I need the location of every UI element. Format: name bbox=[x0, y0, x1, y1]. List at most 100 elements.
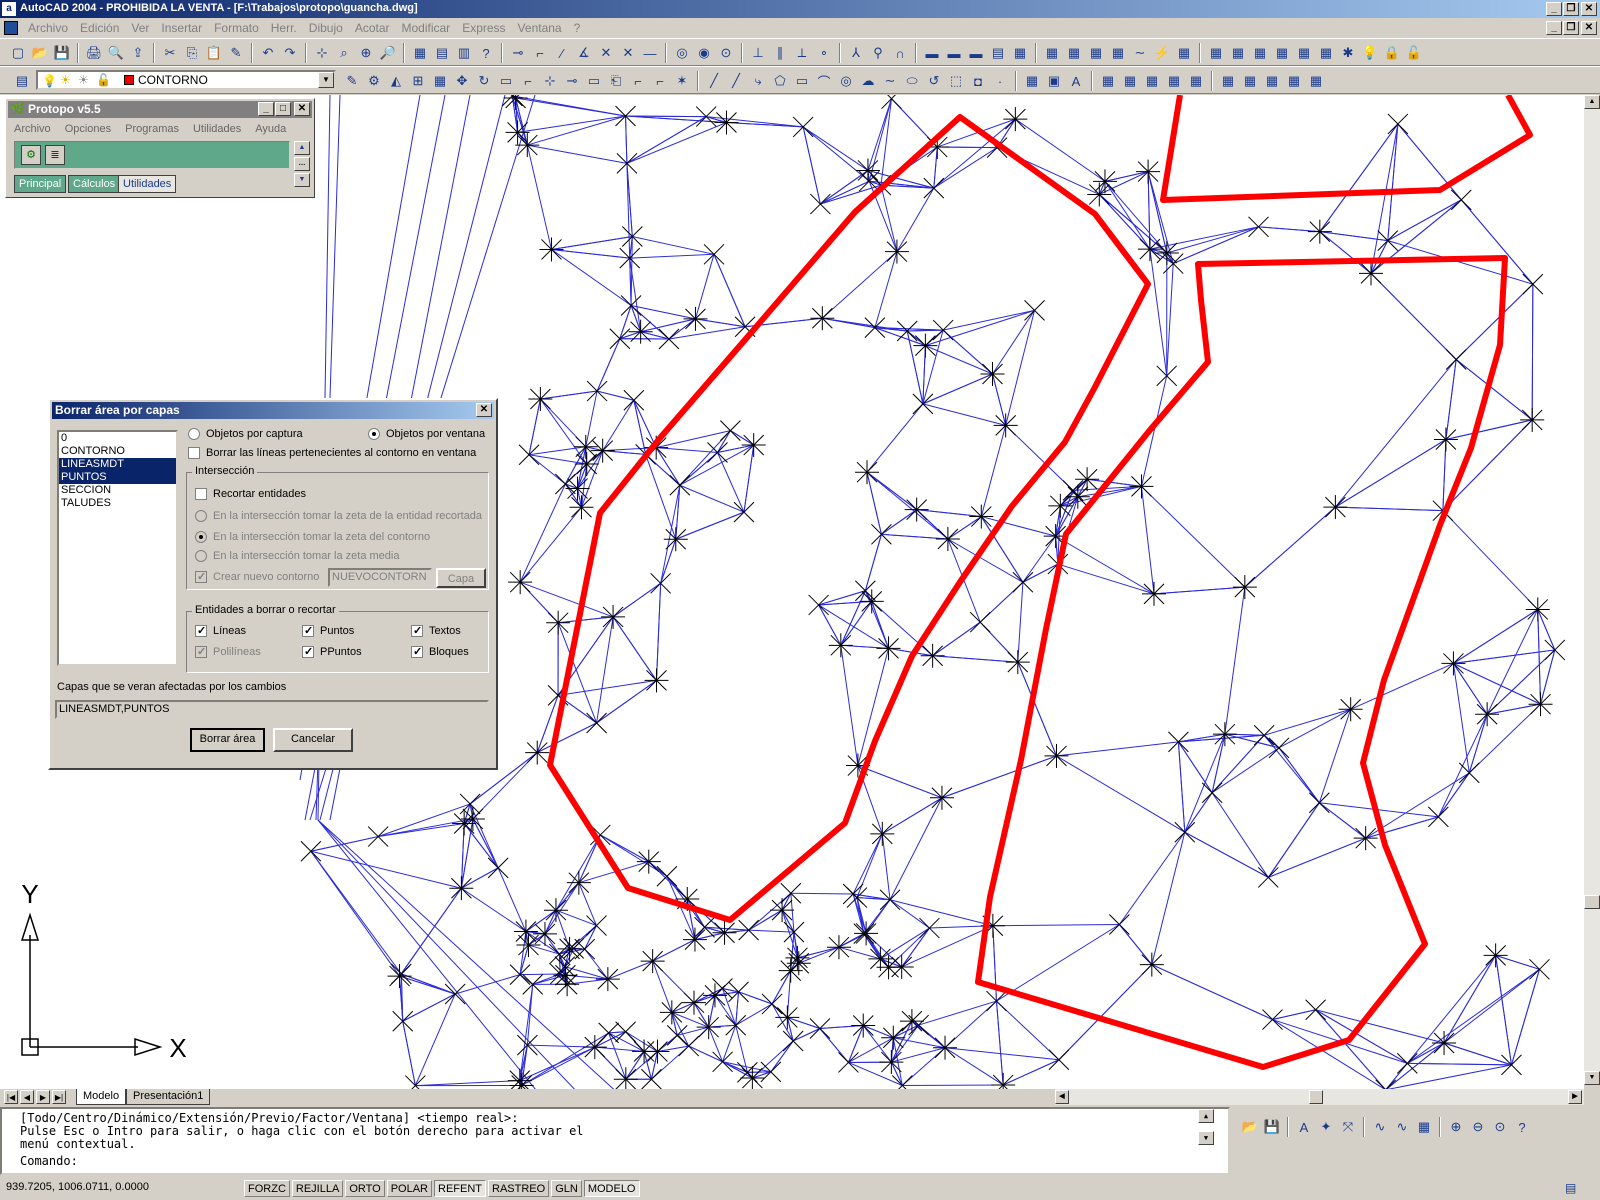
snap-ext2-icon[interactable]: ✕ bbox=[618, 43, 638, 63]
tab-calculos[interactable]: Cálculos bbox=[68, 175, 121, 193]
check-puntos[interactable]: Puntos bbox=[302, 624, 354, 638]
hscroll-left-button[interactable]: ◀ bbox=[1055, 1090, 1069, 1104]
scale-icon[interactable]: ▭ bbox=[496, 71, 516, 91]
matchprop-icon[interactable]: ✎ bbox=[226, 43, 246, 63]
radio-captura-indicator[interactable] bbox=[188, 428, 200, 441]
scroll-thumb[interactable] bbox=[1584, 895, 1600, 909]
open-icon[interactable]: 📂 bbox=[1240, 1117, 1260, 1137]
dim2-icon[interactable]: ▬ bbox=[944, 43, 964, 63]
mirror-icon[interactable]: ◭ bbox=[386, 71, 406, 91]
tab-modelo[interactable]: Modelo bbox=[76, 1089, 127, 1105]
layers-manager-icon[interactable]: ▤ bbox=[12, 71, 32, 91]
check-bloques-box[interactable] bbox=[411, 645, 423, 659]
tool8-icon[interactable]: ▦ bbox=[1206, 43, 1226, 63]
protopo-menu-item[interactable]: Programas bbox=[125, 123, 179, 135]
menu-item[interactable]: ? bbox=[568, 21, 587, 35]
cancel-button[interactable]: Cancelar bbox=[273, 728, 353, 752]
radio-ventana-indicator[interactable] bbox=[368, 428, 380, 441]
dim1-icon[interactable]: ▬ bbox=[922, 43, 942, 63]
preview-icon[interactable]: 🔍 bbox=[106, 43, 126, 63]
point-icon[interactable]: · bbox=[990, 71, 1010, 91]
stretch-icon[interactable]: ⌐ bbox=[518, 71, 538, 91]
tool-j-icon[interactable]: ▦ bbox=[1306, 71, 1326, 91]
tool14-icon[interactable]: ✱ bbox=[1338, 43, 1358, 63]
tool11-icon[interactable]: ▦ bbox=[1272, 43, 1292, 63]
doc-restore-button[interactable]: ❐ bbox=[1563, 21, 1579, 35]
command-prompt[interactable]: Comando: bbox=[20, 1154, 78, 1168]
snap-int-icon[interactable]: ∕ bbox=[552, 43, 572, 63]
protopo-close-button[interactable]: ✕ bbox=[294, 102, 310, 116]
radio-objetos-captura[interactable]: Objetos por captura bbox=[188, 428, 303, 441]
snap-quad-icon[interactable]: ◉ bbox=[694, 43, 714, 63]
paste-icon[interactable]: 📋 bbox=[204, 43, 224, 63]
save-icon[interactable]: 💾 bbox=[1262, 1117, 1282, 1137]
rotate-icon[interactable]: ↻ bbox=[474, 71, 494, 91]
check-textos-box[interactable] bbox=[411, 624, 423, 638]
layer-list-item[interactable]: 0 bbox=[59, 432, 176, 445]
text-icon[interactable]: A bbox=[1066, 71, 1086, 91]
layer-list-item[interactable]: CONTORNO bbox=[59, 445, 176, 458]
undo-icon[interactable]: ↶ bbox=[258, 43, 278, 63]
comm-center-icon[interactable]: ▤ bbox=[1565, 1181, 1576, 1195]
protopo-scroll-more[interactable]: … bbox=[294, 157, 310, 171]
tool9-icon[interactable]: ▦ bbox=[1228, 43, 1248, 63]
spline-icon[interactable]: ∼ bbox=[880, 71, 900, 91]
erase-icon[interactable]: ✎ bbox=[342, 71, 362, 91]
extend-icon[interactable]: ⊸ bbox=[562, 71, 582, 91]
copy-icon[interactable]: ⚙ bbox=[364, 71, 384, 91]
check-lineas-box[interactable] bbox=[195, 624, 207, 638]
save-icon[interactable]: 💾 bbox=[52, 43, 72, 63]
tool4-icon[interactable]: ▦ bbox=[1108, 43, 1128, 63]
snap-ext-icon[interactable]: ✕ bbox=[596, 43, 616, 63]
radio-objetos-ventana[interactable]: Objetos por ventana bbox=[368, 428, 485, 441]
new-icon[interactable]: ▢ bbox=[8, 43, 28, 63]
snap-star-icon[interactable]: ✦ bbox=[1316, 1117, 1336, 1137]
menu-item[interactable]: Herr. bbox=[265, 21, 303, 35]
rectangle-icon[interactable]: ▭ bbox=[792, 71, 812, 91]
tab-last-button[interactable]: ▶| bbox=[52, 1090, 66, 1104]
doc-close-button[interactable]: ✕ bbox=[1581, 21, 1597, 35]
light-icon[interactable]: 💡 bbox=[1360, 43, 1380, 63]
help-icon[interactable]: ? bbox=[1512, 1117, 1532, 1137]
arc-icon[interactable]: ⌒ bbox=[814, 71, 834, 91]
check-borrar-lineas-box[interactable] bbox=[188, 447, 200, 460]
layer-list-item[interactable]: TALUDES bbox=[59, 497, 176, 510]
cmd-scroll-up[interactable]: ▲ bbox=[1198, 1109, 1214, 1123]
menu-item[interactable]: Dibujo bbox=[303, 21, 349, 35]
grid-icon[interactable]: ▦ bbox=[1414, 1117, 1434, 1137]
vertical-scrollbar[interactable]: ▲ ▼ bbox=[1584, 95, 1600, 1085]
menu-item[interactable]: Ver bbox=[125, 21, 155, 35]
tab-first-button[interactable]: |◀ bbox=[4, 1090, 18, 1104]
protopo-scroll-down[interactable]: ▼ bbox=[294, 173, 310, 187]
dialog-close-button[interactable]: ✕ bbox=[476, 403, 492, 417]
menu-item[interactable]: Ventana bbox=[512, 21, 568, 35]
offset-icon[interactable]: ⊞ bbox=[408, 71, 428, 91]
hscroll-thumb[interactable] bbox=[1309, 1090, 1323, 1104]
hscroll-right-button[interactable]: ▶ bbox=[1568, 1090, 1582, 1104]
redo-icon[interactable]: ↷ bbox=[280, 43, 300, 63]
snap-mid-icon[interactable]: ⌐ bbox=[530, 43, 550, 63]
pan-arrows-icon[interactable]: ⤧ bbox=[1338, 1117, 1358, 1137]
snap-node-icon[interactable]: ∘ bbox=[814, 43, 834, 63]
tab-utilidades[interactable]: Utilidades bbox=[118, 175, 177, 193]
status-toggle[interactable]: REFENT bbox=[434, 1180, 486, 1197]
print-icon[interactable]: 🖨 bbox=[84, 43, 104, 63]
status-toggle[interactable]: RASTREO bbox=[488, 1180, 550, 1197]
copy-icon[interactable]: ⎘ bbox=[182, 43, 202, 63]
tool7-icon[interactable]: ▦ bbox=[1174, 43, 1194, 63]
tool5-icon[interactable]: ∼ bbox=[1130, 43, 1150, 63]
tool-d-icon[interactable]: ▦ bbox=[1164, 71, 1184, 91]
snap-line-icon[interactable]: — bbox=[640, 43, 660, 63]
lock-icon[interactable]: 🔒 bbox=[1382, 43, 1402, 63]
zoom-window-icon[interactable]: ⊕ bbox=[356, 43, 376, 63]
design-center-icon[interactable]: ▤ bbox=[432, 43, 452, 63]
protopo-maximize-button[interactable]: □ bbox=[275, 102, 291, 116]
publish-icon[interactable]: ⇪ bbox=[128, 43, 148, 63]
array-icon[interactable]: ▦ bbox=[430, 71, 450, 91]
snap-par-icon[interactable]: ∥ bbox=[770, 43, 790, 63]
move-icon[interactable]: ✥ bbox=[452, 71, 472, 91]
check-lineas[interactable]: Líneas bbox=[195, 624, 246, 638]
cmd-scroll-down[interactable]: ▼ bbox=[1198, 1131, 1214, 1145]
fillet2-icon[interactable]: ⌐ bbox=[650, 71, 670, 91]
script-icon[interactable]: ≣ bbox=[45, 145, 65, 165]
